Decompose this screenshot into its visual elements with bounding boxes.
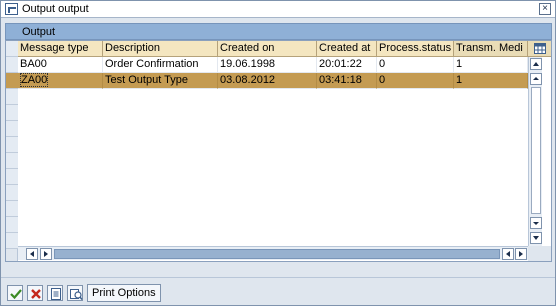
cell-created-on: 19.06.1998 (218, 57, 317, 73)
close-icon[interactable]: × (539, 3, 551, 15)
scroll-up-button[interactable] (530, 58, 542, 70)
title-bar: Output output × (1, 1, 555, 18)
output-table: Message type Description Created on Crea… (5, 40, 552, 262)
column-header-created-at[interactable]: Created at (317, 41, 377, 57)
cancel-button[interactable] (27, 285, 43, 301)
scroll-down-button[interactable] (530, 232, 542, 244)
output-group-header: Output (5, 23, 552, 40)
cell-description: Test Output Type (103, 73, 218, 89)
scroll-left-end-button[interactable] (502, 248, 514, 260)
dialog-toolbar: Print Options (1, 277, 555, 305)
row-selector[interactable] (6, 233, 18, 249)
horizontal-scroll-thumb[interactable] (54, 249, 500, 259)
row-selector[interactable] (6, 137, 18, 153)
column-header-process-status[interactable]: Process.status (377, 41, 454, 57)
row-selector[interactable] (6, 169, 18, 185)
cell-transm-medium: 1 (454, 73, 528, 89)
vertical-scrollbar[interactable] (528, 57, 542, 246)
confirm-button[interactable] (7, 285, 23, 301)
row-selector[interactable] (6, 217, 18, 233)
horizontal-scrollbar[interactable] (18, 246, 528, 260)
row-selector[interactable] (6, 185, 18, 201)
cell-process-status: 0 (377, 73, 454, 89)
cell-message-type-text: ZA00 (20, 73, 49, 87)
cell-message-type: BA00 (18, 57, 103, 73)
cell-created-at: 20:01:22 (317, 57, 377, 73)
scroll-right-end-button[interactable] (515, 248, 527, 260)
cell-message-type: ZA00 (18, 73, 103, 89)
row-selector[interactable] (6, 201, 18, 217)
column-header-description[interactable]: Description (103, 41, 218, 57)
vertical-scroll-thumb[interactable] (531, 87, 541, 214)
layout-settings-icon[interactable] (528, 41, 551, 57)
column-header-message-type[interactable]: Message type (18, 41, 103, 57)
scrollbar-corner (528, 246, 551, 261)
column-header-transm-medium[interactable]: Transm. Medi (454, 41, 528, 57)
column-header-created-on[interactable]: Created on (218, 41, 317, 57)
cell-description: Order Confirmation (103, 57, 218, 73)
print-preview-button[interactable] (67, 285, 83, 301)
scroll-page-up-button[interactable] (530, 73, 542, 85)
scroll-left-button[interactable] (26, 248, 38, 260)
row-selector[interactable] (6, 73, 18, 89)
cell-transm-medium: 1 (454, 57, 528, 73)
row-selector-column (6, 41, 18, 261)
row-selector[interactable] (6, 89, 18, 105)
row-selector[interactable] (6, 105, 18, 121)
row-selector[interactable] (6, 153, 18, 169)
cell-created-at: 03:41:18 (317, 73, 377, 89)
scroll-page-down-button[interactable] (530, 217, 542, 229)
row-selector[interactable] (6, 121, 18, 137)
row-selector[interactable] (6, 57, 18, 73)
print-options-button[interactable]: Print Options (87, 284, 161, 302)
scroll-right-button[interactable] (40, 248, 52, 260)
group-title: Output (22, 26, 56, 38)
cell-created-on: 03.08.2012 (218, 73, 317, 89)
cell-process-status: 0 (377, 57, 454, 73)
window-title: Output output (22, 3, 89, 15)
window-icon (5, 3, 18, 15)
select-all-cell[interactable] (6, 41, 18, 57)
display-document-button[interactable] (47, 285, 63, 301)
output-dialog: Output output × Output Message type Desc… (0, 0, 556, 306)
